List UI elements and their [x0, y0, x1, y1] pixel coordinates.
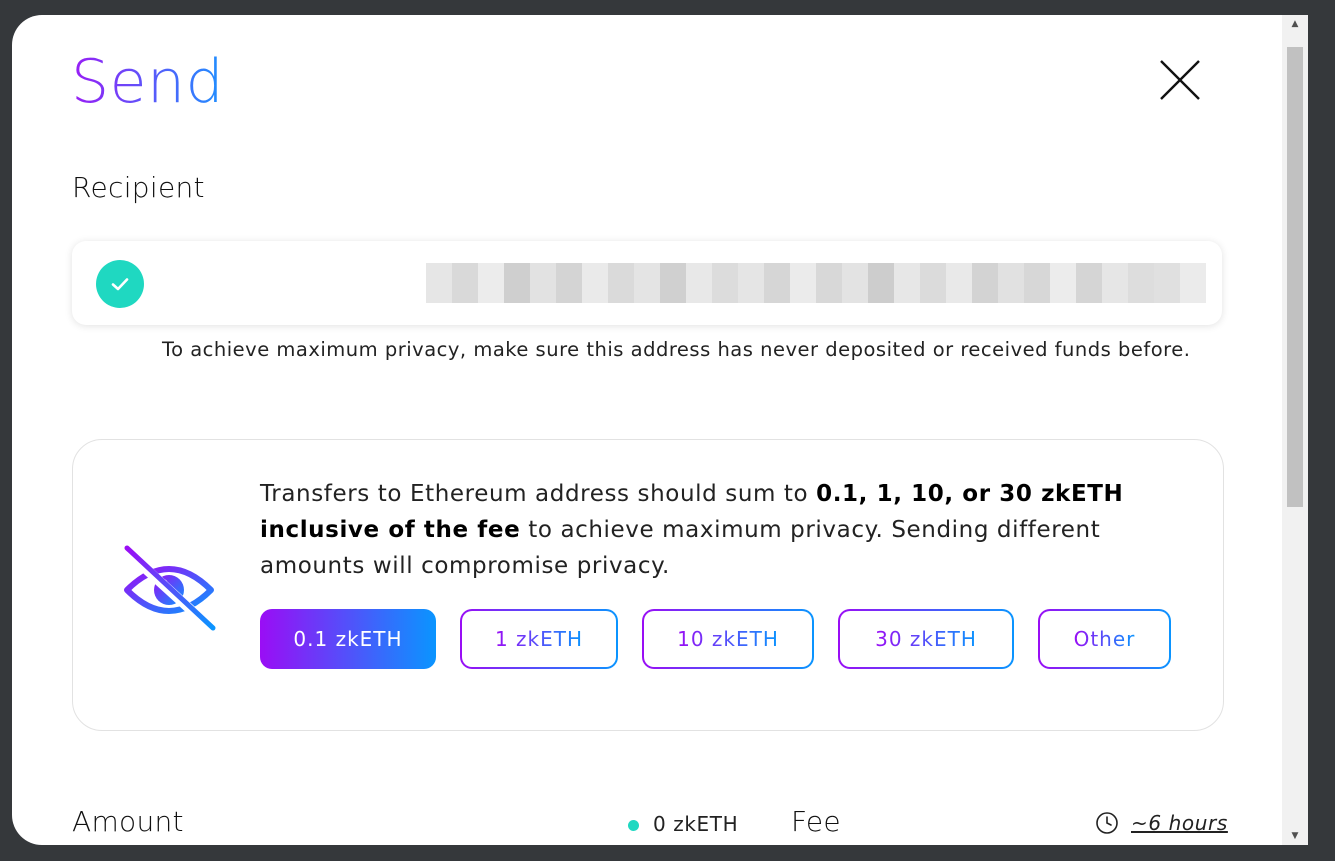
amount-options: 0.1 zkETH 1 zkETH 10 zkETH 30 zkETH Othe…	[260, 609, 1195, 669]
recipient-label: Recipient	[72, 171, 205, 204]
recipient-field[interactable]: 0x2f8c91e3b7a4d05e8f1c6a2b9d4e7f0a3c5b8e…	[72, 241, 1222, 325]
scroll-down-icon[interactable]: ▼	[1282, 827, 1308, 845]
clock-icon	[1096, 812, 1118, 834]
eye-slash-icon	[121, 545, 217, 634]
option-10-zketh[interactable]: 10 zkETH	[642, 609, 814, 669]
time-estimate-link[interactable]: ~6 hours	[1131, 811, 1228, 835]
balance-indicator: 0 zkETH	[628, 812, 738, 836]
amount-label: Amount	[72, 805, 184, 838]
privacy-info-text: Transfers to Ethereum address should sum…	[260, 481, 1124, 579]
option-1-zketh[interactable]: 1 zkETH	[460, 609, 618, 669]
send-modal: Send Recipient 0x2f8c91e3b7a4d05e8f1c6a2…	[12, 15, 1308, 845]
privacy-info-card: Transfers to Ethereum address should sum…	[72, 439, 1224, 731]
time-estimate: ~6 hours	[1095, 811, 1228, 835]
balance-value: 0 zkETH	[653, 812, 739, 836]
privacy-hint: To achieve maximum privacy, make sure th…	[162, 338, 1191, 361]
scroll-up-icon[interactable]: ▲	[1282, 15, 1308, 33]
close-button[interactable]	[1157, 57, 1203, 103]
page-title: Send	[71, 47, 225, 117]
option-other[interactable]: Other	[1038, 609, 1171, 669]
check-circle-icon	[96, 260, 144, 308]
scroll-thumb[interactable]	[1287, 47, 1303, 507]
status-dot-icon	[628, 819, 639, 831]
close-icon	[1160, 60, 1200, 100]
recipient-address: 0x2f8c91e3b7a4d05e8f1c6a2b9d4e7f0a3c5b8e…	[426, 263, 1206, 303]
option-30-zketh[interactable]: 30 zkETH	[838, 609, 1014, 669]
scrollbar[interactable]: ▲ ▼	[1282, 15, 1308, 845]
fee-label: Fee	[791, 805, 841, 838]
option-0-1-zketh[interactable]: 0.1 zkETH	[260, 609, 436, 669]
